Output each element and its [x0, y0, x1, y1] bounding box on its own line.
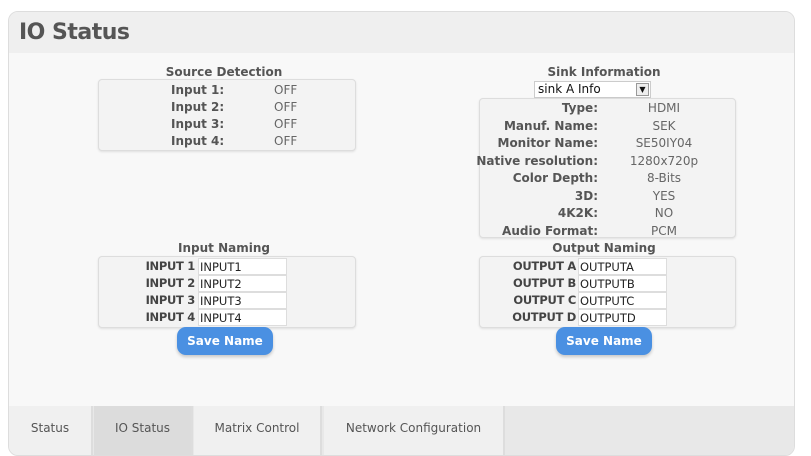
input-name-label: INPUT 2	[145, 276, 196, 290]
sink-label: Monitor Name:	[497, 136, 599, 150]
sink-label: Color Depth:	[512, 171, 598, 185]
input-name-field-4[interactable]	[198, 309, 287, 326]
output-name-field-b[interactable]	[578, 275, 667, 292]
sink-value: SEK	[652, 118, 676, 133]
output-name-field-d[interactable]	[578, 309, 667, 326]
sink-label: Native resolution:	[476, 153, 598, 168]
source-detection-title: Source Detection	[165, 65, 283, 79]
sink-select-value: sink A Info	[538, 82, 601, 96]
sink-row: Monitor Name: SE50IY04	[9, 135, 794, 152]
sink-label: 4K2K:	[557, 206, 598, 220]
input-name-field-2[interactable]	[198, 275, 287, 292]
sink-row: Audio Format: PCM	[9, 223, 794, 240]
sink-label: 3D:	[574, 188, 598, 203]
header: IO Status	[9, 12, 794, 53]
input-name-field-1[interactable]	[198, 258, 287, 275]
sink-label: Type:	[561, 101, 598, 115]
sink-value: HDMI	[647, 101, 681, 115]
sink-value: NO	[654, 206, 674, 220]
source-label: Input 1:	[171, 83, 225, 97]
sink-row: 3D: YES	[9, 188, 794, 205]
sink-label: Manuf. Name:	[503, 118, 598, 133]
sink-value: YES	[652, 188, 676, 203]
input-naming-title: Input Naming	[178, 241, 270, 255]
sink-value: 1280x720p	[629, 153, 699, 168]
sink-select[interactable]: sink A Info ▼	[534, 81, 651, 98]
output-name-label: OUTPUT A	[512, 259, 576, 273]
sink-row: 4K2K: NO	[9, 205, 794, 222]
io-status-panel: IO Status Source Detection Input 1: OFF I…	[8, 11, 795, 456]
output-name-label: OUTPUT C	[513, 293, 576, 307]
input-name-label: INPUT 4	[145, 310, 196, 324]
input-name-label: INPUT 1	[145, 259, 196, 273]
sink-value: 8-Bits	[646, 171, 682, 185]
output-name-label: OUTPUT B	[513, 276, 576, 290]
input-name-field-3[interactable]	[198, 292, 287, 309]
sink-row: Color Depth: 8-Bits	[9, 170, 794, 187]
source-value: OFF	[274, 83, 298, 97]
output-name-field-c[interactable]	[578, 292, 667, 309]
chevron-down-icon[interactable]: ▼	[636, 83, 649, 96]
sink-information-title: Sink Information	[547, 65, 661, 79]
page-title: IO Status	[19, 20, 130, 45]
sink-row: Type: HDMI	[9, 100, 794, 117]
output-naming-title: Output Naming	[552, 241, 656, 255]
save-output-names-button[interactable]: Save Name	[556, 327, 652, 355]
output-name-field-a[interactable]	[578, 258, 667, 275]
sink-row: Manuf. Name: SEK	[9, 118, 794, 135]
input-name-label: INPUT 3	[145, 293, 196, 307]
output-name-label: OUTPUT D	[512, 310, 576, 324]
sink-row: Native resolution: 1280x720p	[9, 153, 794, 170]
sink-value: SE50IY04	[635, 136, 693, 150]
sink-label: Audio Format:	[502, 223, 598, 238]
sink-value: PCM	[651, 223, 677, 238]
save-input-names-button[interactable]: Save Name	[177, 327, 273, 355]
